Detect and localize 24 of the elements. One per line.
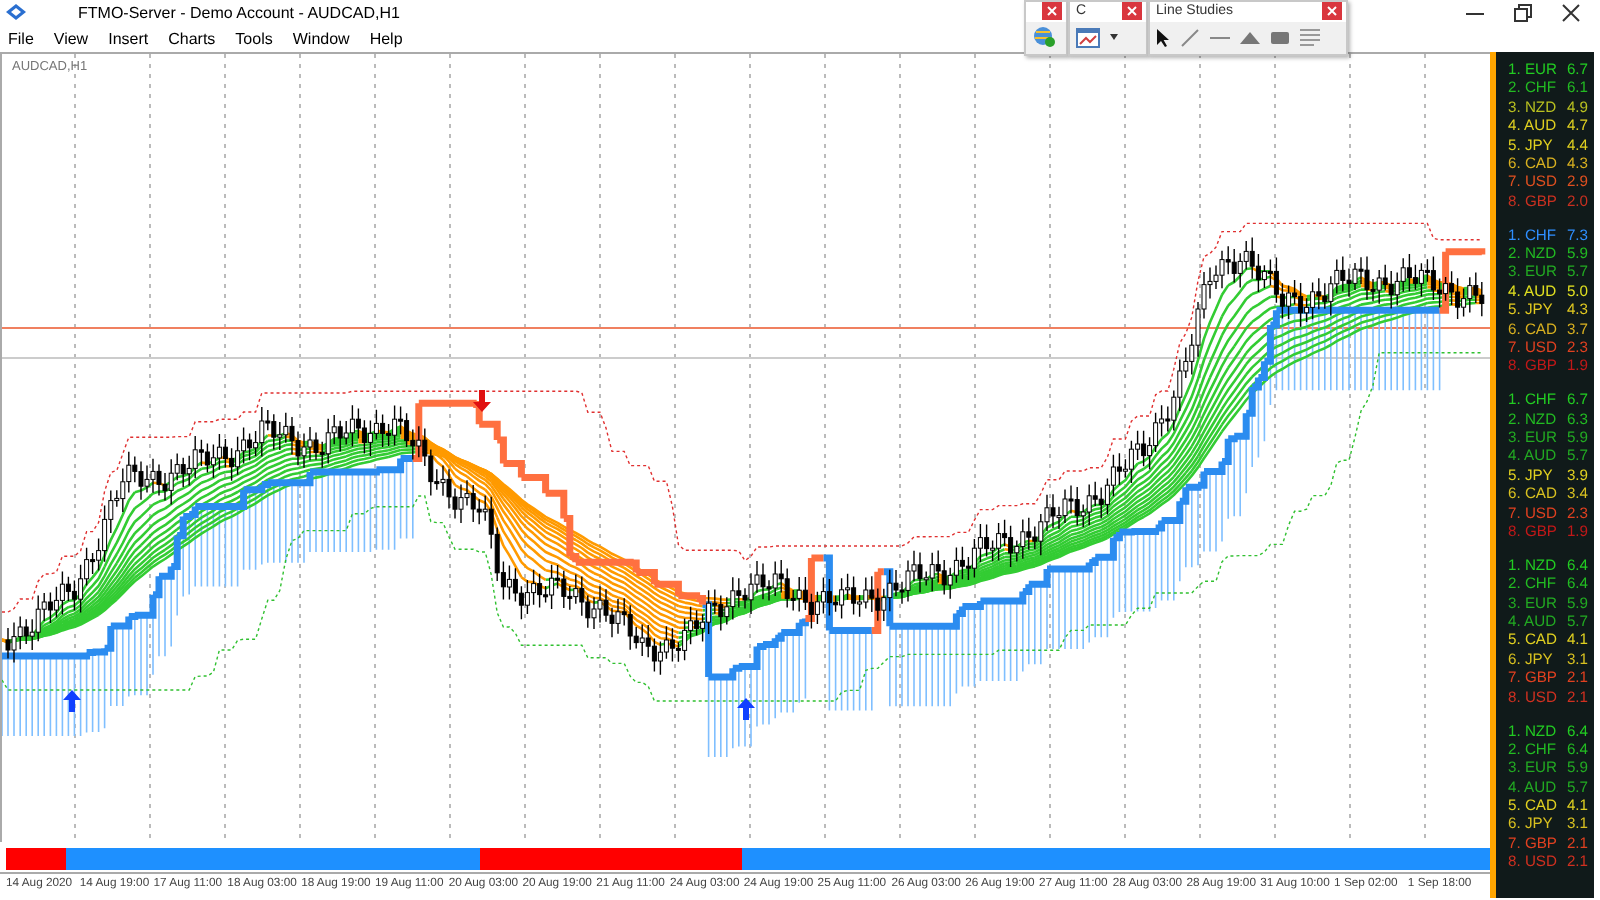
menu-item[interactable]: Tools bbox=[233, 29, 285, 47]
close-button[interactable] bbox=[1042, 2, 1062, 21]
caret-icon[interactable] bbox=[1110, 34, 1118, 41]
close-button[interactable] bbox=[1122, 2, 1142, 21]
menu-item[interactable]: Help bbox=[367, 29, 415, 47]
triangle-icon[interactable] bbox=[1240, 29, 1260, 46]
market-watch-icon[interactable] bbox=[1032, 26, 1056, 49]
chart-window-icon[interactable] bbox=[1076, 27, 1100, 48]
window-title: FTMO-Server - Demo Account - AUDCAD,H1 bbox=[78, 3, 400, 21]
trendline-icon[interactable] bbox=[1180, 27, 1200, 48]
up-arrow-icon bbox=[62, 690, 82, 712]
close-icon[interactable] bbox=[1562, 3, 1580, 21]
fibonacci-icon[interactable] bbox=[1300, 27, 1320, 48]
menu-item[interactable]: File bbox=[6, 29, 46, 47]
cursor-icon[interactable] bbox=[1156, 27, 1170, 48]
menu-item[interactable]: Insert bbox=[106, 29, 161, 47]
down-arrow-icon bbox=[472, 390, 492, 412]
menu-item[interactable]: Charts bbox=[166, 29, 228, 47]
menu-item[interactable]: View bbox=[51, 29, 101, 47]
up-arrow-icon bbox=[736, 698, 756, 720]
restore-icon[interactable] bbox=[1514, 3, 1532, 21]
close-button[interactable] bbox=[1322, 2, 1342, 21]
menu-item[interactable]: Window bbox=[290, 29, 362, 47]
rectangle-icon[interactable] bbox=[1270, 29, 1290, 46]
